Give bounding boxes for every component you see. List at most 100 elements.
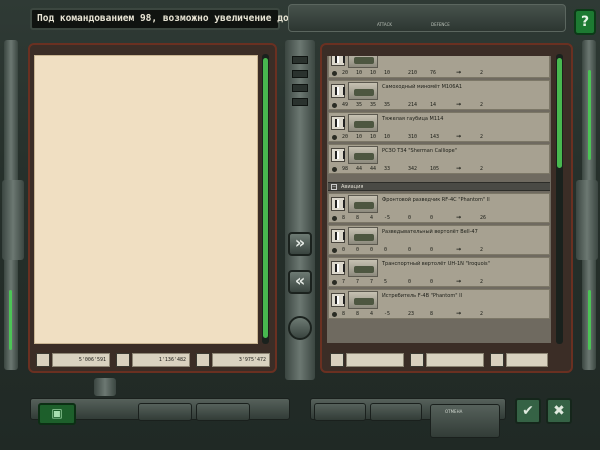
move-arrow-icon: →: [456, 69, 462, 76]
stat-value: 98: [342, 166, 349, 172]
cancel-small-label: ОТМЕНА: [445, 409, 463, 414]
slot-d[interactable]: [370, 403, 422, 421]
mid-slot-1: [292, 56, 308, 64]
unit-row[interactable]: РСЗО T34 "Sherman Calliope" 98 44 44 33 342 10…: [328, 144, 550, 174]
right-dial-panel: [576, 180, 598, 260]
stat-value: 0: [430, 247, 434, 253]
stat-value: 20: [342, 134, 349, 140]
stat-value: 0: [342, 247, 346, 253]
add-unit-button[interactable]: »: [288, 232, 312, 256]
remaining-total: 3'975'472: [212, 353, 270, 367]
vehicle-icon: [354, 57, 374, 64]
mid-slot-4: [292, 98, 308, 106]
stat-value: 76: [430, 70, 437, 76]
stat-value: 2: [480, 247, 484, 253]
collapse-icon[interactable]: −: [331, 184, 337, 190]
stat-value: 0: [370, 247, 374, 253]
unit-thumbnail: [348, 195, 378, 213]
ok-button[interactable]: ✔: [515, 398, 541, 424]
stat-value: 7: [356, 279, 360, 285]
stat-value: 0: [356, 247, 360, 253]
unit-stats: 7 7 7 5 0 0 2 →: [332, 278, 550, 287]
stat-icon: [332, 248, 337, 253]
stat-value: 8: [342, 215, 346, 221]
unit-stats: 20 10 10 10 310 143 2 →: [332, 133, 550, 142]
unit-row[interactable]: Самоходный миномёт M106A1 49 35 35 35 214 14 2 →: [328, 80, 550, 110]
unit-count-icon[interactable]: [331, 56, 345, 66]
unit-count-icon[interactable]: [331, 229, 345, 243]
stat-value: 0: [430, 215, 434, 221]
cancel-small-panel[interactable]: [430, 404, 500, 438]
right-total-3: [506, 353, 548, 367]
unit-list[interactable]: 20 10 10 10 210 76 2 → Самоходный миномёт M106A1…: [327, 56, 551, 343]
unit-scroll-thumb[interactable]: [557, 58, 562, 168]
unit-thumbnail: [348, 114, 378, 132]
unit-row[interactable]: Фронтовой разведчик RF-4C "Phantom" II 8 8…: [328, 193, 550, 223]
camera-pod: [94, 378, 116, 396]
unit-name: Фронтовой разведчик RF-4C "Phantom" II: [382, 197, 490, 203]
right-led-2: [588, 290, 591, 350]
unit-name: Самоходный миномёт M106A1: [382, 84, 463, 90]
cancel-button[interactable]: ✖: [546, 398, 572, 424]
unit-row[interactable]: Тяжелая гаубица M114 20 10 10 10 310 143 2 →: [328, 112, 550, 142]
middle-knob-button[interactable]: [288, 316, 312, 340]
stat-value: 2: [480, 311, 484, 317]
command-header: Под командованием 98, возможно увеличени…: [30, 8, 312, 30]
slot-a[interactable]: [138, 403, 192, 421]
unit-count-icon[interactable]: [331, 84, 345, 98]
move-arrow-icon: →: [456, 101, 462, 108]
stat-value: -5: [384, 311, 391, 317]
right-cost-icon: [410, 353, 424, 367]
right-settings-icon[interactable]: [490, 353, 504, 367]
stat-value: 4: [370, 311, 374, 317]
settings-icon[interactable]: [196, 353, 210, 367]
stat-value: 5: [384, 279, 388, 285]
stat-value: 310: [408, 134, 418, 140]
attack-gauge-label: ATTACK: [377, 22, 393, 27]
unit-row[interactable]: Истребитель F-4B "Phantom" II 8 8 4 -5 23 8 2 →: [328, 289, 550, 319]
reserve-list[interactable]: [34, 55, 258, 344]
stat-value: 10: [370, 70, 377, 76]
right-led-1: [588, 70, 591, 160]
stat-value: 49: [342, 102, 349, 108]
unit-count-icon[interactable]: [331, 293, 345, 307]
right-money-icon: [330, 353, 344, 367]
defence-gauge-label: DEFENCE: [431, 22, 450, 27]
money-value: 5'006'591: [78, 357, 106, 363]
unit-name: Тяжелая гаубица M114: [382, 116, 444, 122]
unit-row[interactable]: Транспортный вертолёт UH-1N "Iroquois" 7 7…: [328, 257, 550, 287]
stat-value: 8: [356, 311, 360, 317]
encyclopedia-button[interactable]: ▣: [38, 403, 76, 425]
cost-value: 1'136'482: [158, 357, 186, 363]
stat-value: 2: [480, 279, 484, 285]
stat-value: 2: [480, 134, 484, 140]
help-button[interactable]: ?: [574, 9, 596, 35]
money-icon: [36, 353, 50, 367]
unit-row[interactable]: 20 10 10 10 210 76 2 →: [328, 56, 550, 78]
unit-stats: 8 8 4 -5 23 8 2 →: [332, 310, 550, 319]
unit-name: Истребитель F-4B "Phantom" II: [382, 293, 463, 299]
stat-icon: [332, 71, 337, 76]
unit-row[interactable]: Разведывательный вертолёт Bell-47 0 0 0 0 0 0 2…: [328, 225, 550, 255]
stat-value: 14: [430, 102, 437, 108]
unit-count-icon[interactable]: [331, 116, 345, 130]
vehicle-icon: [354, 121, 374, 128]
unit-thumbnail: [348, 291, 378, 309]
stat-icon: [332, 167, 337, 172]
section-label: Авиация: [341, 184, 364, 190]
move-arrow-icon: →: [456, 310, 462, 317]
unit-count-icon[interactable]: [331, 148, 345, 162]
unit-name: Разведывательный вертолёт Bell-47: [382, 229, 478, 235]
reserve-scroll-thumb[interactable]: [263, 58, 268, 338]
remove-unit-button[interactable]: «: [288, 270, 312, 294]
slot-c[interactable]: [314, 403, 366, 421]
book-icon: ▣: [51, 406, 63, 420]
unit-count-icon[interactable]: [331, 261, 345, 275]
stat-value: 7: [342, 279, 346, 285]
stat-icon: [332, 312, 337, 317]
stat-value: 7: [370, 279, 374, 285]
stat-value: 44: [370, 166, 377, 172]
aviation-section-header[interactable]: − Авиация: [328, 182, 550, 191]
slot-b[interactable]: [196, 403, 250, 421]
unit-count-icon[interactable]: [331, 197, 345, 211]
